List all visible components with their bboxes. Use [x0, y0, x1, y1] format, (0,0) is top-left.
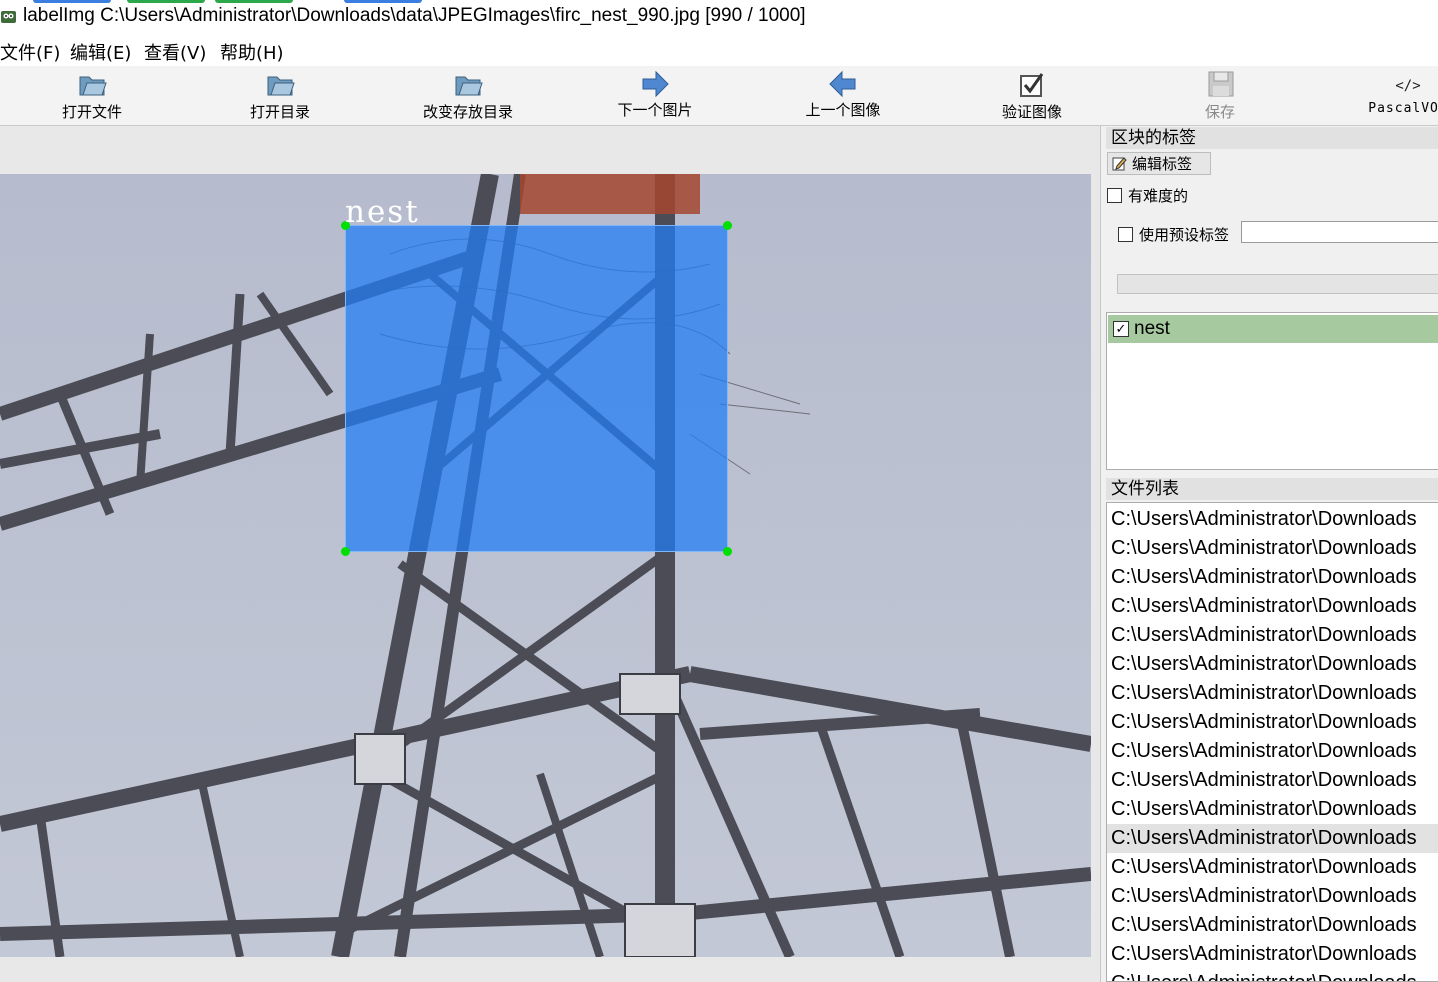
bbox-label-text: nest	[345, 194, 420, 230]
title-bar: labelImg C:\Users\Administrator\Download…	[0, 0, 1438, 34]
file-list-item[interactable]: C:\Users\Administrator\Downloads	[1107, 534, 1438, 563]
menu-help[interactable]: 帮助(H)	[220, 39, 284, 65]
menu-bar: 文件(F) 编辑(E) 查看(V) 帮助(H)	[0, 34, 1438, 66]
bbox-handle-bottom-right[interactable]	[723, 547, 732, 556]
difficult-checkbox[interactable]: 有难度的	[1107, 185, 1188, 206]
prev-image-button[interactable]: 上一个图像	[783, 66, 903, 124]
edit-pencil-icon	[1112, 157, 1127, 171]
edit-label-button[interactable]: 编辑标签	[1107, 152, 1211, 175]
edit-label-text: 编辑标签	[1132, 155, 1193, 173]
file-list-item[interactable]: C:\Users\Administrator\Downloads	[1107, 592, 1438, 621]
save-button[interactable]: 保存	[1160, 66, 1280, 124]
label-list: ✓ nest	[1106, 312, 1438, 470]
file-list-item[interactable]: C:\Users\Administrator\Downloads	[1107, 679, 1438, 708]
file-list-item-selected[interactable]: C:\Users\Administrator\Downloads	[1107, 824, 1438, 853]
format-label: PascalVOC	[1368, 101, 1438, 116]
label-list-item-name: nest	[1134, 318, 1170, 339]
svg-text:</>: </>	[1395, 78, 1420, 94]
use-default-label-text: 使用预设标签	[1139, 226, 1230, 244]
file-list-item[interactable]: C:\Users\Administrator\Downloads	[1107, 708, 1438, 737]
bbox-handle-top-right[interactable]	[723, 221, 732, 230]
file-list-item[interactable]: C:\Users\Administrator\Downloads	[1107, 911, 1438, 940]
folder-open-icon	[267, 76, 295, 96]
next-image-label: 下一个图片	[617, 101, 693, 119]
difficult-checkbox-box[interactable]	[1107, 188, 1122, 203]
bbox-handle-bottom-left[interactable]	[341, 547, 350, 556]
menu-file[interactable]: 文件(F)	[0, 39, 60, 65]
file-list: C:\Users\Administrator\Downloads C:\User…	[1106, 502, 1438, 982]
annotation-bounding-box[interactable]	[341, 221, 732, 556]
file-list-item[interactable]: C:\Users\Administrator\Downloads	[1107, 940, 1438, 969]
menu-view[interactable]: 查看(V)	[144, 39, 206, 65]
format-toggle-button[interactable]: </> PascalVOC	[1348, 66, 1438, 124]
file-list-item[interactable]: C:\Users\Administrator\Downloads	[1107, 621, 1438, 650]
labelimg-app-icon	[1, 11, 16, 23]
difficult-checkbox-label: 有难度的	[1128, 187, 1189, 205]
taskbar-tab-indicator	[33, 0, 111, 3]
file-list-item[interactable]: C:\Users\Administrator\Downloads	[1107, 563, 1438, 592]
box-labels-dock-title: 区块的标签	[1106, 127, 1438, 149]
taskbar-tab-indicator	[215, 0, 293, 3]
file-list-item[interactable]: C:\Users\Administrator\Downloads	[1107, 853, 1438, 882]
file-list-item[interactable]: C:\Users\Administrator\Downloads	[1107, 737, 1438, 766]
next-image-button[interactable]: 下一个图片	[595, 66, 715, 124]
label-visible-checkbox[interactable]: ✓	[1113, 321, 1129, 337]
file-list-item[interactable]: C:\Users\Administrator\Downloads	[1107, 795, 1438, 824]
label-filter-combobox[interactable]	[1117, 274, 1438, 294]
folder-open-icon	[455, 76, 483, 96]
right-dock-panel: 区块的标签 编辑标签 有难度的 使用预设标签 ✓ nest 文件列表 C:\Us…	[1100, 126, 1438, 982]
use-default-label-box[interactable]	[1118, 227, 1133, 242]
arrow-right-icon	[642, 70, 669, 98]
window-title: labelImg C:\Users\Administrator\Download…	[23, 5, 806, 26]
prev-image-label: 上一个图像	[805, 101, 881, 119]
default-label-input[interactable]	[1241, 221, 1438, 243]
open-file-button[interactable]: 打开文件	[32, 66, 152, 124]
use-default-label-checkbox[interactable]: 使用预设标签	[1118, 224, 1229, 245]
save-disk-icon	[1208, 71, 1234, 97]
code-tag-icon: </>	[1395, 78, 1420, 94]
change-save-dir-label: 改变存放目录	[422, 103, 513, 121]
save-label: 保存	[1204, 103, 1235, 121]
taskbar-tab-indicator	[344, 0, 422, 3]
tower-photo: nest	[0, 174, 1091, 957]
label-list-item[interactable]: ✓ nest	[1108, 315, 1438, 343]
change-save-dir-button[interactable]: 改变存放目录	[408, 66, 528, 124]
menu-edit[interactable]: 编辑(E)	[70, 39, 131, 65]
file-list-item[interactable]: C:\Users\Administrator\Downloads	[1107, 969, 1438, 981]
verify-image-label: 验证图像	[1001, 103, 1062, 121]
file-list-item[interactable]: C:\Users\Administrator\Downloads	[1107, 882, 1438, 911]
verify-image-button[interactable]: 验证图像	[972, 66, 1092, 124]
open-dir-button[interactable]: 打开目录	[220, 66, 340, 124]
open-dir-label: 打开目录	[249, 103, 310, 121]
arrow-left-icon	[829, 70, 856, 98]
image-canvas[interactable]: nest	[0, 126, 1100, 982]
file-list-dock-title: 文件列表	[1106, 478, 1438, 500]
folder-open-icon	[79, 76, 107, 96]
file-list-item[interactable]: C:\Users\Administrator\Downloads	[1107, 505, 1438, 534]
file-list-item[interactable]: C:\Users\Administrator\Downloads	[1107, 650, 1438, 679]
toolbar: 打开文件 打开目录 改变存放目录 下一个图片 上一个图像 验证图像 保存 </>…	[0, 66, 1438, 126]
taskbar-tab-indicator	[127, 0, 205, 3]
file-list-item[interactable]: C:\Users\Administrator\Downloads	[1107, 766, 1438, 795]
checkbox-check-icon	[1020, 73, 1044, 97]
open-file-label: 打开文件	[61, 103, 122, 121]
